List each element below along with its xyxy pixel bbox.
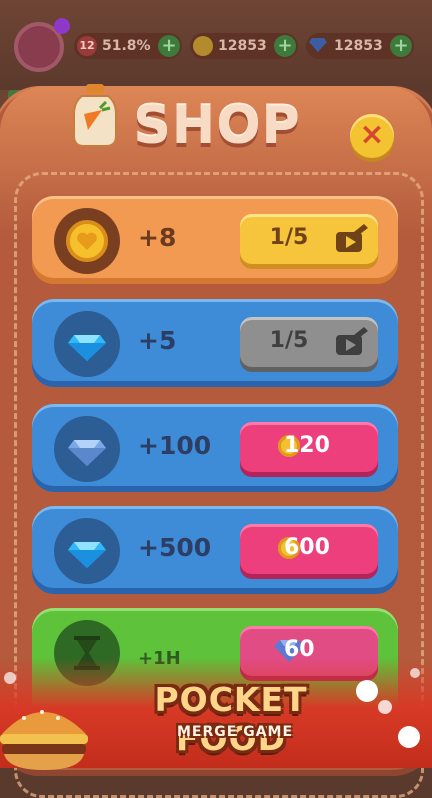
coin-icon	[193, 36, 213, 56]
decor-bubble	[378, 700, 392, 714]
offer-card-coins: +8 1/5	[32, 196, 398, 284]
price-label: 600	[284, 535, 330, 560]
shop-title: SHOP	[133, 96, 301, 156]
offer-amount: +8	[138, 223, 177, 252]
watch-ad-button[interactable]: 1/5	[240, 214, 378, 264]
video-ad-icon	[336, 327, 368, 355]
offer-card-gems-100: +100 120	[32, 404, 398, 492]
gem-count: 12853	[334, 38, 383, 54]
decor-bubble	[398, 726, 420, 748]
notification-dot	[54, 18, 70, 34]
offer-icon-bg	[54, 416, 120, 482]
diamond-icon	[68, 440, 106, 466]
game-logo-title: POCKET FOOD	[154, 680, 308, 758]
offer-icon-bg	[54, 311, 120, 377]
watch-ad-button-disabled[interactable]: 1/5	[240, 317, 378, 367]
decor-bubble	[410, 668, 420, 678]
close-button[interactable]: ×	[350, 114, 394, 158]
coin-plus-button[interactable]: +	[274, 35, 296, 57]
ad-counter: 1/5	[269, 225, 309, 250]
offer-amount: +5	[138, 326, 177, 355]
buy-button[interactable]: 600	[240, 524, 378, 574]
price-label: 120	[284, 433, 330, 458]
diamond-icon	[68, 335, 106, 361]
buy-button[interactable]: 120	[240, 422, 378, 472]
ad-counter: 1/5	[269, 328, 309, 353]
player-avatar[interactable]	[14, 18, 70, 72]
offer-card-gems-500: +500 600	[32, 506, 398, 594]
gem-plus-button[interactable]: +	[390, 35, 412, 57]
offer-card-gems-ad: +5 1/5	[32, 299, 398, 387]
diamond-icon	[68, 542, 106, 568]
level-plus-button[interactable]: +	[158, 35, 180, 57]
level-badge: 12	[77, 36, 97, 56]
offer-icon-bg	[54, 518, 120, 584]
offer-amount: +500	[138, 533, 212, 562]
coin-count: 12853	[218, 38, 267, 54]
decor-bubble	[4, 672, 16, 684]
level-progress: 51.8%	[102, 38, 151, 54]
coin-pill: 12853 +	[190, 33, 298, 59]
offer-icon-bg	[54, 208, 120, 274]
offer-amount: +100	[138, 431, 212, 460]
heart-coin-icon	[66, 220, 108, 262]
carrot-jar-icon	[73, 84, 117, 147]
gem-icon	[309, 38, 327, 52]
gem-pill: 12853 +	[306, 33, 414, 59]
top-hud: 12 51.8% + 12853 + 12853 +	[0, 0, 432, 90]
game-logo-subtitle: MERGE GAME	[176, 724, 294, 740]
burger-icon	[0, 710, 88, 770]
level-pill: 12 51.8% +	[74, 33, 182, 59]
video-ad-icon	[336, 224, 368, 252]
